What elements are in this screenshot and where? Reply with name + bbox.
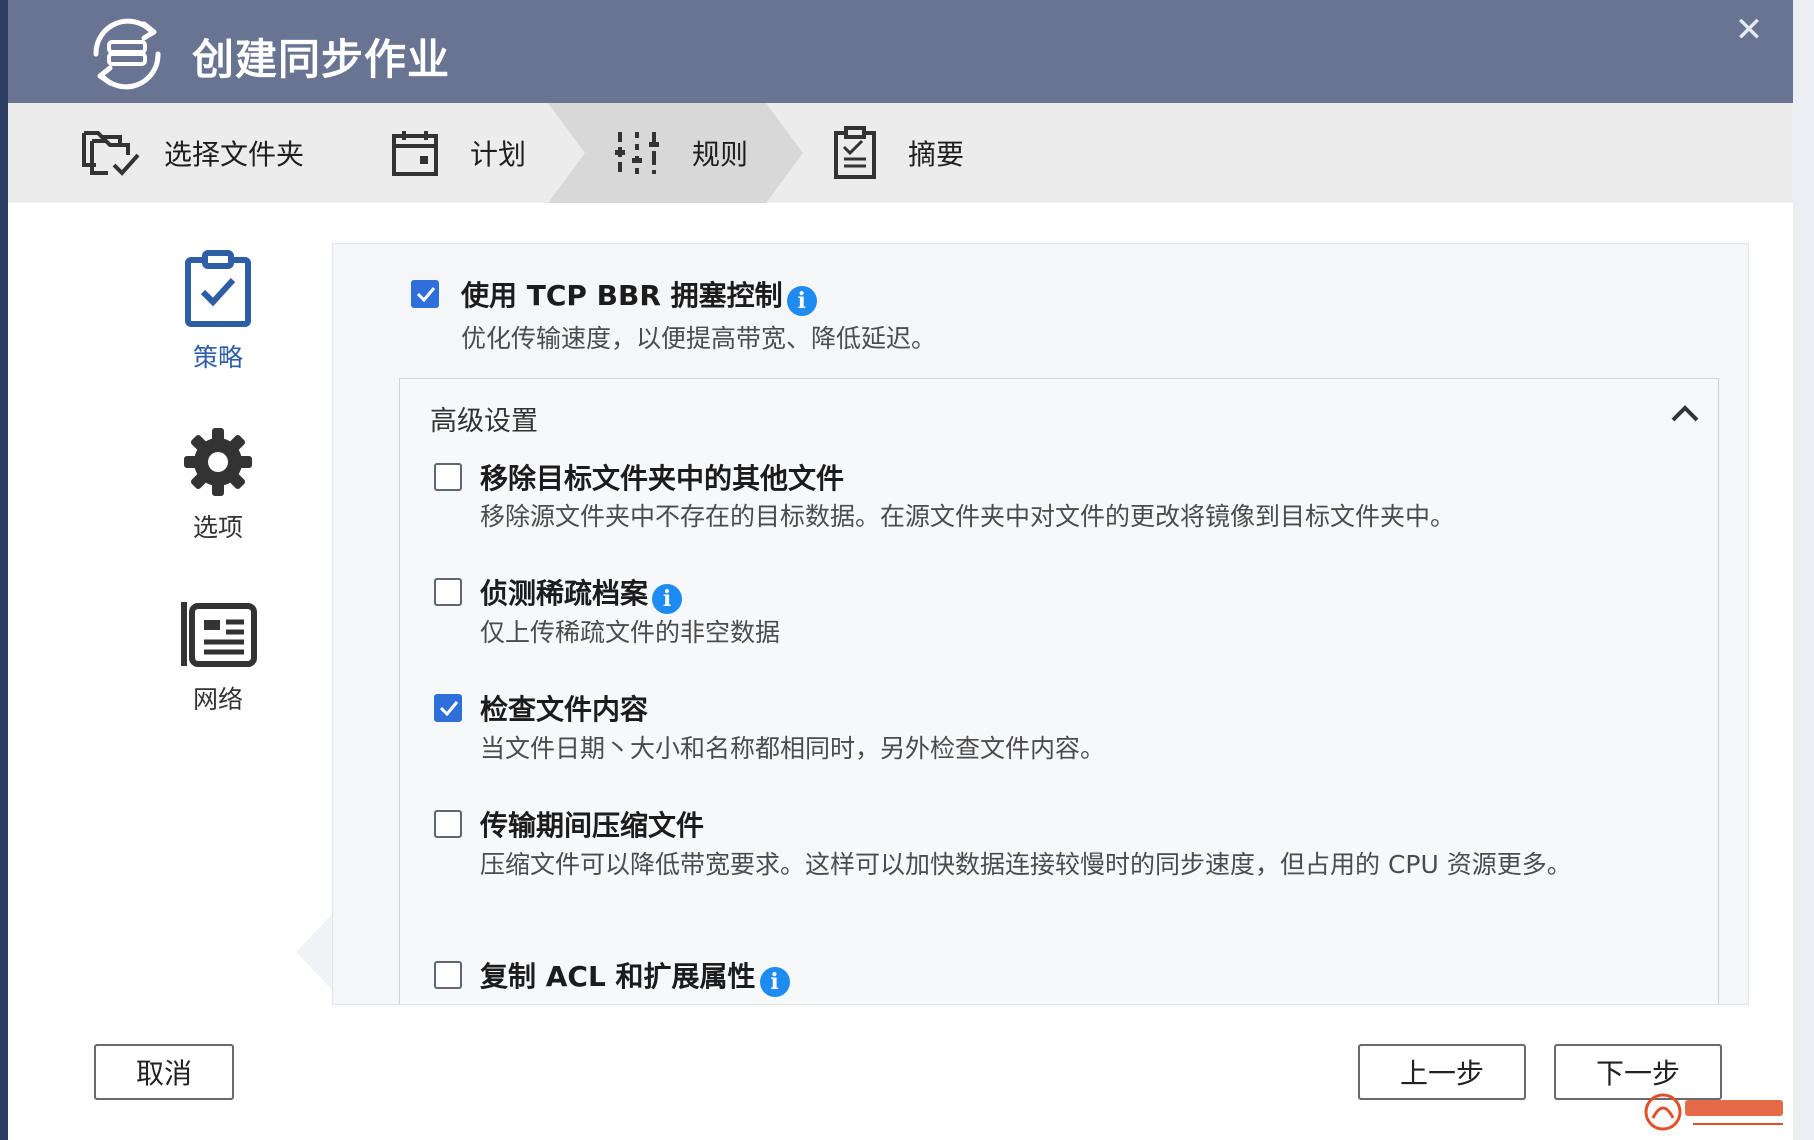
check-content-description: 当文件日期丶大小和名称都相同时，另外检查文件内容。	[480, 734, 1106, 763]
sparse-files-description: 仅上传稀疏文件的非空数据	[480, 618, 781, 647]
sparse-files-checkbox[interactable]	[434, 578, 462, 606]
remove-extra-files-description: 移除源文件夹中不存在的目标数据。在源文件夹中对文件的更改将镜像到目标文件夹中。	[480, 502, 1456, 531]
nav-label: 选项	[192, 513, 243, 542]
folder-sync-icon	[82, 131, 140, 176]
cancel-button[interactable]: 取消	[94, 1044, 234, 1100]
checkmark-icon	[416, 287, 436, 302]
check-content-title: 检查文件内容	[480, 693, 649, 726]
advanced-settings-panel: 高级设置 移除目标文件夹中的其他文件 移除源文件夹中不存在的目标数据。在源文件夹…	[399, 378, 1719, 1004]
gear-icon	[184, 428, 252, 496]
content-pointer	[296, 912, 334, 992]
copy-acl-checkbox[interactable]	[434, 961, 462, 989]
step-select-folder[interactable]: 选择文件夹	[80, 103, 304, 203]
compress-transfer-checkbox[interactable]	[434, 810, 462, 838]
close-button[interactable]: ✕	[1733, 13, 1765, 47]
previous-button[interactable]: 上一步	[1358, 1044, 1526, 1100]
nav-item-network[interactable]: 网络	[128, 600, 308, 716]
sliders-icon	[615, 132, 659, 174]
nav-item-policy[interactable]: 策略	[128, 250, 308, 374]
clipboard-icon	[834, 126, 876, 179]
step-label: 规则	[692, 138, 749, 171]
watermark-logo	[1644, 1093, 1783, 1131]
compress-transfer-title: 传输期间压缩文件	[480, 809, 705, 842]
sparse-files-title: 侦测稀疏档案 i	[480, 572, 683, 614]
bbr-description: 优化传输速度，以便提高带宽、降低延迟。	[461, 324, 937, 353]
chevron-up-icon[interactable]	[1670, 403, 1700, 423]
rules-content-panel: 使用 TCP BBR 拥塞控制 i 优化传输速度，以便提高带宽、降低延迟。 高级设…	[332, 243, 1749, 1005]
remove-extra-files-title: 移除目标文件夹中的其他文件	[480, 462, 845, 495]
step-schedule[interactable]: 计划	[390, 103, 526, 203]
checkmark-icon	[439, 701, 459, 716]
copy-acl-title: 复制 ACL 和扩展属性 i	[480, 955, 790, 997]
dialog-title: 创建同步作业	[192, 35, 451, 84]
background-edge-left	[0, 0, 8, 1140]
nav-item-options[interactable]: 选项	[128, 426, 308, 544]
step-label: 选择文件夹	[164, 138, 305, 171]
compress-transfer-description: 压缩文件可以降低带宽要求。这样可以加快数据连接较慢时的同步速度，但占用的 CPU…	[480, 850, 1572, 879]
dialog-titlebar: 创建同步作业 ✕	[8, 0, 1793, 103]
sync-drive-icon	[93, 18, 161, 90]
calendar-icon	[392, 131, 438, 176]
info-icon[interactable]: i	[759, 967, 790, 997]
remove-extra-files-checkbox[interactable]	[434, 463, 462, 491]
advanced-settings-title: 高级设置	[430, 406, 538, 437]
step-label: 摘要	[908, 138, 965, 171]
clipboard-check-icon	[185, 250, 251, 327]
background-edge-right	[1793, 0, 1814, 1140]
news-icon	[181, 602, 257, 667]
copy-acl-title-text: 复制 ACL 和扩展属性	[480, 960, 756, 993]
step-summary[interactable]: 摘要	[832, 103, 964, 203]
create-sync-job-dialog: 创建同步作业 ✕ 选择文件夹 计划 规则 摘要 策略 选项 网络 使用 TCP …	[8, 0, 1793, 1140]
step-rules[interactable]: 规则	[612, 103, 748, 203]
wizard-stepbar: 选择文件夹 计划 规则 摘要	[8, 103, 1793, 203]
sparse-files-title-text: 侦测稀疏档案	[480, 577, 649, 610]
bbr-title: 使用 TCP BBR 拥塞控制 i	[461, 274, 817, 316]
bbr-checkbox[interactable]	[411, 280, 439, 308]
step-label: 计划	[470, 138, 527, 171]
info-icon[interactable]: i	[786, 286, 817, 316]
info-icon[interactable]: i	[652, 584, 683, 614]
nav-label: 网络	[192, 685, 243, 714]
check-content-checkbox[interactable]	[434, 694, 462, 722]
bbr-title-text: 使用 TCP BBR 拥塞控制	[461, 279, 783, 312]
nav-label: 策略	[192, 343, 243, 372]
